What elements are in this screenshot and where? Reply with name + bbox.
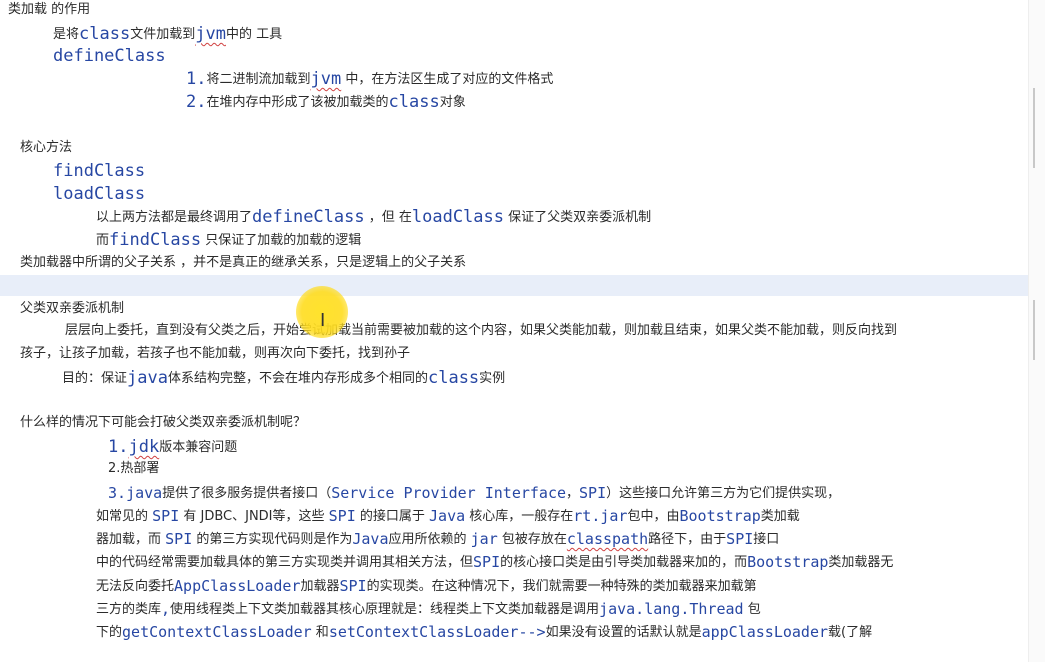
text-line: 目的：保证java体系结构完整，不会在堆内存形成多个相同的class实例 xyxy=(62,368,506,388)
current-line-highlight xyxy=(0,275,1028,296)
text-line: 层层向上委托，直到没有父类之后，开始尝试加载当前需要被加载的这个内容，如果父类能… xyxy=(65,323,898,338)
scrollbar-track-mark xyxy=(1033,300,1035,360)
list-item: 1.jdk版本兼容问题 xyxy=(108,437,238,457)
list-item: 2.热部署 xyxy=(108,461,160,476)
heading-parent-delegation: 父类双亲委派机制 xyxy=(20,301,125,316)
text-line: 中的代码经常需要加载具体的第三方实现类并调用其相关方法，但SPI的核心接口类是由… xyxy=(96,553,894,571)
list-item: 3.java提供了很多服务提供者接口（Service Provider Inte… xyxy=(108,484,841,502)
heading-core-methods: 核心方法 xyxy=(20,140,73,155)
code-line: loadClass xyxy=(53,184,146,204)
text-line: 如常见的 SPI 有 JDBC、JNDI等，这些 SPI 的接口属于 Java … xyxy=(96,507,800,525)
text-line: 孩子，让孩子加载，若孩子也不能加载，则再次向下委托，找到孙子 xyxy=(20,346,411,361)
scrollbar-thumb[interactable] xyxy=(1033,88,1035,168)
heading-break-delegation: 什么样的情况下可能会打破父类双亲委派机制呢？ xyxy=(20,415,307,430)
text-line: 以上两方法都是最终调用了defineClass ，但 在loadClass 保证… xyxy=(96,207,652,227)
text-ibeam-cursor-icon: I xyxy=(320,310,326,331)
text-line: 器加载，而 SPI 的第三方实现代码则是作为Java应用所依赖的 jar 包被存… xyxy=(96,530,780,548)
text-line: 三方的类库,使用线程类上下文类加载器其核心原理就是：线程类上下文类加载器是调用j… xyxy=(96,600,761,618)
vertical-scrollbar[interactable] xyxy=(1028,0,1045,662)
code-line: defineClass xyxy=(53,46,166,66)
text-line: 无法反向委托AppClassLoader加载器SPI的实现类。在这种情况下，我们… xyxy=(96,577,757,595)
list-item: 2.在堆内存中形成了该被加载类的class对象 xyxy=(186,92,466,112)
code-line: findClass xyxy=(53,161,146,181)
text-line: 而findClass 只保证了加载的加载的逻辑 xyxy=(96,230,362,250)
text-line: 类加载器中所谓的父子关系 ，并不是真正的继承关系，只是逻辑上的父子关系 xyxy=(20,255,467,270)
text-line: 下的getContextClassLoader 和setContextClass… xyxy=(96,623,873,641)
heading-class-loading-purpose: 类加载 的作用 xyxy=(8,2,91,17)
text-line: 是将class文件加载到jvm中的 工具 xyxy=(53,24,283,44)
list-item: 1.将二进制流加载到jvm 中，在方法区生成了对应的文件格式 xyxy=(186,69,554,89)
